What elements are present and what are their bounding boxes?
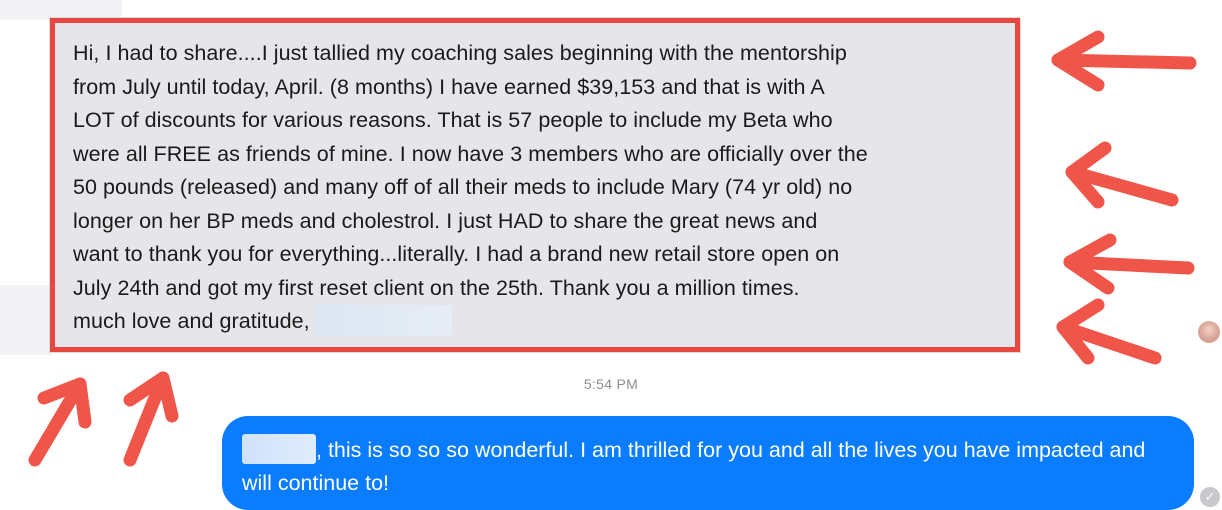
arrow-icon xyxy=(1056,298,1162,365)
message-line: were all FREE as friends of mine. I now … xyxy=(73,141,868,166)
redacted-name xyxy=(242,434,316,465)
arrow-icon xyxy=(1051,30,1197,92)
background-panel xyxy=(0,285,52,355)
message-line: want to thank you for everything...liter… xyxy=(73,242,840,266)
arrow-icon xyxy=(1063,233,1195,295)
message-line: from July until today, April. (8 months)… xyxy=(73,74,825,99)
check-circle-icon: ✓ xyxy=(1200,487,1220,507)
arrow-icon xyxy=(1065,141,1179,209)
outgoing-message-bubble[interactable]: , this is so so so wonderful. I am thril… xyxy=(222,416,1194,510)
incoming-message-bubble[interactable]: Hi, I had to share....I just tallied my … xyxy=(50,18,1020,352)
message-line: much love and gratitude, xyxy=(73,309,310,333)
message-timestamp: 5:54 PM xyxy=(583,376,639,392)
background-panel xyxy=(0,0,122,20)
arrow-icon xyxy=(28,377,92,467)
outgoing-message-body: , this is so so so wonderful. I am thril… xyxy=(242,438,1146,495)
sender-avatar[interactable] xyxy=(1198,321,1220,343)
message-line: LOT of discounts for various reasons. Th… xyxy=(73,108,833,132)
message-line: 50 pounds (released) and many off of all… xyxy=(73,175,853,199)
redacted-name xyxy=(313,304,452,336)
message-line: July 24th and got my first reset client … xyxy=(73,275,800,300)
incoming-message-text: Hi, I had to share....I just tallied my … xyxy=(73,37,1003,339)
outgoing-message-text: , this is so so so wonderful. I am thril… xyxy=(242,434,1172,500)
message-line: longer on her BP meds and cholestrol. I … xyxy=(73,208,818,233)
message-line: Hi, I had to share....I just tallied my … xyxy=(73,41,847,65)
